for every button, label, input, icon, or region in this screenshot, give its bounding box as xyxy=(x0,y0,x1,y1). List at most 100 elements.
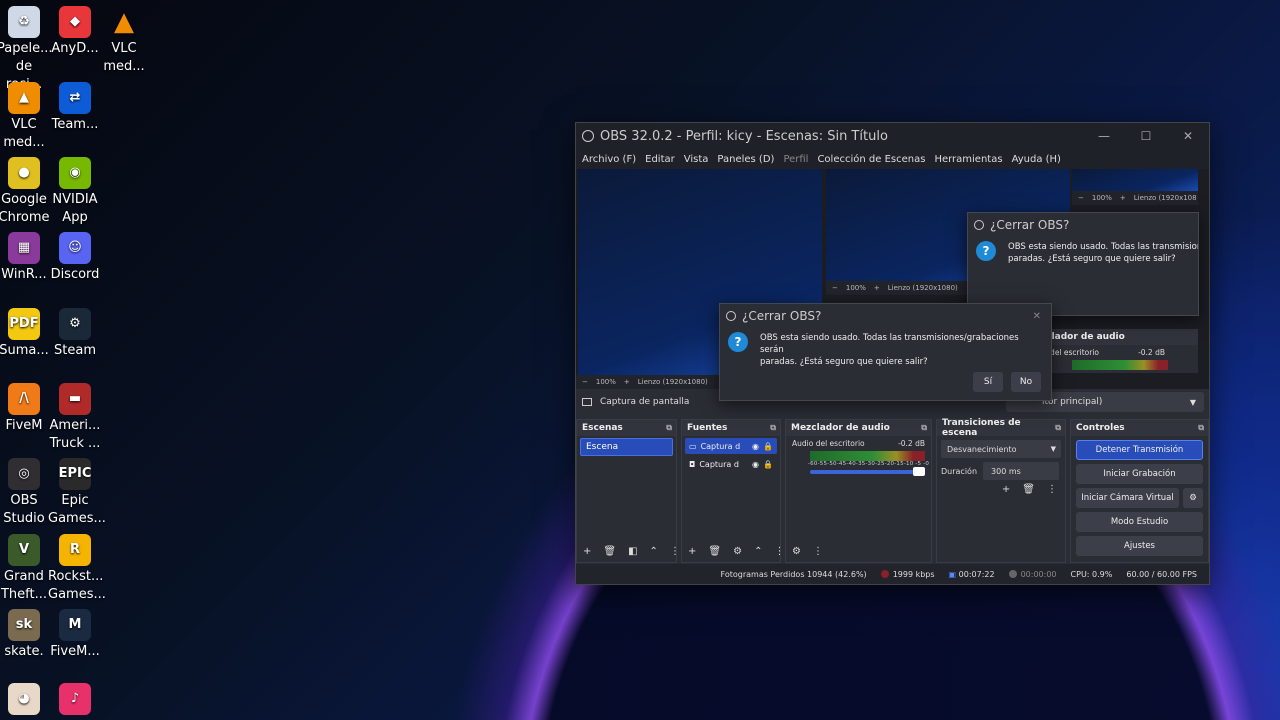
start-virtual-camera-button[interactable]: Iniciar Cámara Virtual xyxy=(1076,488,1179,508)
lock-icon[interactable]: 🔒 xyxy=(763,442,773,451)
obs-titlebar[interactable]: OBS 32.0.2 - Perfil: kicy - Escenas: Sin… xyxy=(576,123,1209,149)
desktop-icon-rockstar[interactable]: R Rockst... Games... xyxy=(48,534,106,604)
more-icon[interactable]: ⋮ xyxy=(774,546,784,557)
zoom-in-icon[interactable]: + xyxy=(874,284,880,292)
desktop-icon-recycle-bin[interactable]: ♻Papele...de reci... xyxy=(0,6,52,94)
desktop-icon-anydesk[interactable]: ◆ AnyD... xyxy=(48,6,102,58)
float-icon[interactable]: ⧉ xyxy=(1198,423,1204,433)
desktop-icon-discord[interactable]: ☺ Discord xyxy=(48,232,102,284)
menu-editar[interactable]: Editar xyxy=(645,154,675,165)
studio-mode-button[interactable]: Modo Estudio xyxy=(1076,512,1203,532)
dialog-title: ¿Cerrar OBS? xyxy=(990,218,1070,232)
transition-select[interactable]: Desvanecimiento ▼ xyxy=(941,440,1061,458)
desktop-icon-label: Epic xyxy=(61,493,89,508)
zoom-in-icon[interactable]: + xyxy=(1120,194,1126,202)
sumatra-icon: PDF xyxy=(8,308,40,340)
move-up-icon[interactable]: ⌃ xyxy=(650,546,658,557)
dropped-frames: Fotogramas Perdidos 10944 (42.6%) xyxy=(720,569,867,579)
desktop-icon-label: NVIDIA xyxy=(52,192,98,207)
more-icon[interactable]: ⋮ xyxy=(1047,484,1057,495)
menu-ayuda[interactable]: Ayuda (H) xyxy=(1012,154,1061,165)
desktop-icon-anime-app[interactable]: ◕ xyxy=(0,683,51,717)
eye-icon[interactable]: ◉ xyxy=(752,442,759,451)
menu-archivo[interactable]: Archivo (F) xyxy=(582,154,636,165)
desktop-icon-nvidia[interactable]: ◉ NVIDIA App xyxy=(48,157,102,227)
yes-button[interactable]: Sí xyxy=(973,372,1003,392)
menu-herramientas[interactable]: Herramientas xyxy=(934,154,1002,165)
list-item[interactable]: ▭ Captura d ◉ 🔒 xyxy=(685,438,777,454)
desktop-icon-vlc[interactable]: ▲ VLC med... xyxy=(0,82,51,152)
menu-vista[interactable]: Vista xyxy=(684,154,709,165)
transition-select-value: Desvanecimiento xyxy=(947,444,1017,454)
move-up-icon[interactable]: ⌃ xyxy=(754,546,762,557)
desktop-icon-chrome[interactable]: ● Google Chrome xyxy=(0,157,51,227)
fps: 60.00 / 60.00 FPS xyxy=(1126,569,1197,579)
filter-icon[interactable]: ◧ xyxy=(628,546,637,557)
desktop-icon-label: VLC xyxy=(111,41,137,56)
desktop-icon-sumatra[interactable]: PDF Suma... xyxy=(0,308,51,360)
add-icon[interactable]: + xyxy=(583,546,591,557)
desktop-icon-label: Suma... xyxy=(0,343,49,358)
float-icon[interactable]: ⧉ xyxy=(921,423,927,433)
desktop-icon-epic[interactable]: EPIC Epic Games... xyxy=(48,458,106,528)
volume-slider-knob[interactable] xyxy=(913,467,925,476)
minimize-button[interactable]: — xyxy=(1083,129,1125,143)
menu-perfil[interactable]: Perfil xyxy=(783,154,808,165)
add-icon[interactable]: + xyxy=(688,546,696,557)
dialog-title: ¿Cerrar OBS? xyxy=(742,309,822,323)
obs-logo-icon xyxy=(582,130,594,142)
close-icon[interactable]: ✕ xyxy=(1033,311,1041,322)
menu-coleccion[interactable]: Colección de Escenas xyxy=(817,154,925,165)
desktop-icon-fivem-2[interactable]: M FiveM... xyxy=(48,609,102,661)
list-item[interactable]: ◘ Captura d ◉ 🔒 xyxy=(685,456,777,472)
trash-icon[interactable]: 🗑 xyxy=(1022,484,1035,495)
trash-icon[interactable]: 🗑 xyxy=(603,546,616,557)
lock-icon[interactable]: 🔒 xyxy=(763,460,773,469)
trash-icon[interactable]: 🗑 xyxy=(708,546,721,557)
scene-item[interactable]: Escena xyxy=(580,438,673,456)
desktop-icon-obs[interactable]: ◎ OBS Studio xyxy=(0,458,51,528)
obs-icon: ◎ xyxy=(8,458,40,490)
start-recording-button[interactable]: Iniciar Grabación xyxy=(1076,464,1203,484)
eye-icon[interactable]: ◉ xyxy=(752,460,759,469)
gear-icon[interactable]: ⚙ xyxy=(733,546,742,557)
desktop-icon-skate[interactable]: sk skate. xyxy=(0,609,51,661)
add-icon[interactable]: + xyxy=(1002,484,1010,495)
close-button[interactable]: ✕ xyxy=(1167,129,1209,143)
desktop-icon-winrar[interactable]: ▦ WinR... xyxy=(0,232,51,284)
desktop-icon-steam[interactable]: ⚙ Steam xyxy=(48,308,102,360)
float-icon[interactable]: ⧉ xyxy=(1055,423,1061,433)
desktop-icon-teamviewer[interactable]: ⇄ Team... xyxy=(48,82,102,134)
menu-paneles[interactable]: Paneles (D) xyxy=(717,154,774,165)
maximize-button[interactable]: ☐ xyxy=(1125,129,1167,143)
desktop-icon-gta[interactable]: V Grand Theft... xyxy=(0,534,51,604)
desktop-icon-label: OBS xyxy=(10,493,38,508)
stream-time: 00:07:22 xyxy=(958,569,995,579)
dialog-message-1: OBS esta siendo usado. Todas las transmi… xyxy=(760,333,1019,355)
more-icon[interactable]: ⋮ xyxy=(670,546,680,557)
float-icon[interactable]: ⧉ xyxy=(666,423,672,433)
duration-stepper[interactable]: 300 ms xyxy=(983,462,1060,480)
close-dialog-background: ¿Cerrar OBS? ? OBS esta siendo usado. To… xyxy=(967,212,1199,316)
virtual-camera-settings-icon[interactable]: ⚙ xyxy=(1183,488,1203,508)
desktop-icon-vlc[interactable]: ▲ VLC med... xyxy=(97,6,151,76)
monitor-icon xyxy=(582,398,592,406)
audio-meter xyxy=(810,451,925,461)
float-icon[interactable]: ⧉ xyxy=(770,423,776,433)
no-button[interactable]: No xyxy=(1011,372,1041,392)
advanced-audio-icon[interactable]: ⚙ xyxy=(792,546,801,557)
desktop-icon-american-truck[interactable]: ▬ Ameri... Truck ... xyxy=(48,383,102,453)
scenes-dock: Escenas ⧉ Escena + 🗑 ◧ ⌃ ⋮ xyxy=(576,419,680,563)
dialog-message-2: paradas. ¿Está seguro que quiere salir? xyxy=(760,357,928,367)
zoom-out-icon[interactable]: − xyxy=(832,284,838,292)
source-label: Captura d xyxy=(699,459,739,469)
zoom-in-icon[interactable]: + xyxy=(624,378,630,386)
more-icon[interactable]: ⋮ xyxy=(813,546,823,557)
settings-button[interactable]: Ajustes xyxy=(1076,536,1203,556)
desktop-icon-fivem[interactable]: /\ FiveM xyxy=(0,383,51,435)
stop-stream-button[interactable]: Detener Transmisión xyxy=(1076,440,1203,460)
volume-slider[interactable] xyxy=(810,467,925,476)
zoom-out-icon[interactable]: − xyxy=(582,378,588,386)
desktop-icon-tiktok[interactable]: ♪ xyxy=(48,683,102,717)
zoom-out-icon[interactable]: − xyxy=(1078,194,1084,202)
